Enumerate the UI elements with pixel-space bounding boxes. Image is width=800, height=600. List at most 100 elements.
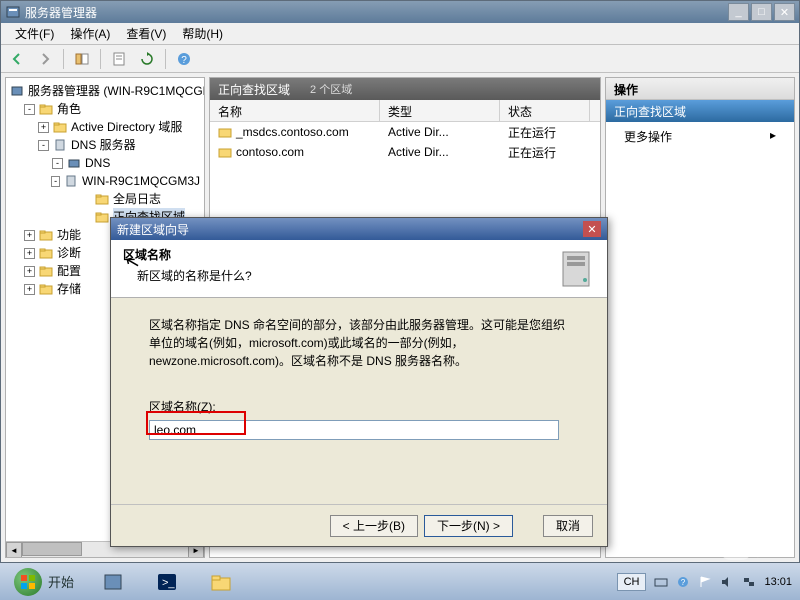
actions-section: 正向查找区域	[606, 100, 794, 122]
chevron-right-icon: ▸	[770, 128, 776, 145]
wizard-buttons: < 上一步(B) 下一步(N) > 取消	[111, 504, 607, 546]
tree-item[interactable]: -DNS 服务器	[10, 136, 200, 154]
show-hide-button[interactable]	[70, 47, 94, 71]
separator	[165, 49, 166, 69]
menu-action[interactable]: 操作(A)	[62, 23, 118, 44]
actions-more-label: 更多操作	[624, 128, 672, 145]
keyboard-icon[interactable]	[654, 575, 668, 589]
clock[interactable]: 13:01	[764, 576, 792, 588]
tree-toggle[interactable]: -	[52, 158, 63, 169]
help-tray-icon[interactable]: ?	[676, 575, 690, 589]
tree-toggle[interactable]: +	[24, 266, 35, 277]
col-name[interactable]: 名称	[210, 100, 380, 121]
menu-help[interactable]: 帮助(H)	[174, 23, 231, 44]
zone-row[interactable]: contoso.comActive Dir...正在运行	[210, 142, 600, 162]
close-button[interactable]: ✕	[774, 3, 795, 21]
menu-view[interactable]: 查看(V)	[118, 23, 174, 44]
actions-header: 操作	[606, 78, 794, 100]
cloud-icon	[721, 542, 751, 560]
language-indicator[interactable]: CH	[617, 573, 647, 591]
tree-toggle[interactable]: -	[51, 176, 60, 187]
wizard-header: 区域名称 新区域的名称是什么?	[111, 240, 607, 298]
folder-icon	[67, 156, 81, 170]
tree-label: WIN-R9C1MQCGM3J	[82, 172, 200, 190]
folder-icon	[39, 264, 53, 278]
wizard-description: 区域名称指定 DNS 命名空间的部分，该部分由此服务器管理。这可能是您组织单位的…	[149, 316, 569, 370]
tree-item[interactable]: - WIN-R9C1MQCGM3J	[10, 172, 200, 190]
zone-row[interactable]: _msdcs.contoso.comActive Dir...正在运行	[210, 122, 600, 142]
system-tray: CH ? 13:01	[617, 573, 796, 591]
sound-icon[interactable]	[720, 575, 734, 589]
watermark: 亿速云	[721, 541, 794, 560]
start-label: 开始	[48, 572, 74, 591]
folder-icon	[64, 174, 78, 188]
zone-icon	[218, 125, 232, 139]
tree-toggle[interactable]: +	[24, 284, 35, 295]
separator	[100, 49, 101, 69]
folder-icon	[39, 102, 53, 116]
task-powershell[interactable]: >_	[142, 566, 192, 597]
folder-icon	[95, 192, 109, 206]
scroll-thumb[interactable]	[22, 542, 82, 556]
window-title: 服务器管理器	[25, 4, 728, 21]
next-button[interactable]: 下一步(N) >	[424, 515, 513, 537]
window-controls: _ □ ✕	[728, 3, 795, 21]
tree-label: 存储	[57, 280, 81, 298]
folder-icon	[53, 138, 67, 152]
forward-button[interactable]	[33, 47, 57, 71]
tree-item[interactable]: +Active Directory 域服	[10, 118, 200, 136]
new-zone-wizard: 新建区域向导 ✕ 区域名称 新区域的名称是什么? 区域名称指定 DNS 命名空间…	[110, 217, 608, 547]
center-header: 正向查找区域 2 个区域	[210, 78, 600, 100]
tree-label: 配置	[57, 262, 81, 280]
task-server-manager[interactable]	[88, 566, 138, 597]
center-header-title: 正向查找区域	[218, 81, 290, 98]
actions-panel: 操作 正向查找区域 更多操作 ▸	[605, 77, 795, 558]
svg-text:?: ?	[181, 55, 187, 66]
col-type[interactable]: 类型	[380, 100, 500, 121]
tree-label: 功能	[57, 226, 81, 244]
tree-item[interactable]: - DNS	[10, 154, 200, 172]
tree-toggle[interactable]: -	[38, 140, 49, 151]
zone-name-label: 区域名称(Z):	[149, 398, 569, 416]
tree-label: 角色	[57, 100, 81, 118]
menubar: 文件(F) 操作(A) 查看(V) 帮助(H)	[1, 23, 799, 45]
wizard-close-button[interactable]: ✕	[583, 221, 601, 237]
action-flag-icon[interactable]	[698, 575, 712, 589]
menu-file[interactable]: 文件(F)	[7, 23, 62, 44]
tree-toggle[interactable]: +	[24, 248, 35, 259]
zone-name-input[interactable]	[149, 420, 559, 440]
list-body[interactable]: _msdcs.contoso.comActive Dir...正在运行conto…	[210, 122, 600, 162]
wizard-header-subtitle: 新区域的名称是什么?	[137, 267, 252, 284]
taskbar: 开始 >_ CH ? 13:01	[0, 563, 800, 600]
tree-toggle[interactable]: +	[24, 230, 35, 241]
titlebar[interactable]: 服务器管理器 _ □ ✕	[1, 1, 799, 23]
wizard-titlebar[interactable]: 新建区域向导 ✕	[111, 218, 607, 240]
actions-more[interactable]: 更多操作 ▸	[606, 122, 794, 151]
tree-toggle[interactable]: -	[24, 104, 35, 115]
separator	[63, 49, 64, 69]
help-button[interactable]: ?	[172, 47, 196, 71]
tree-root-label: 服务器管理器 (WIN-R9C1MQCGM	[28, 82, 205, 100]
scroll-left-button[interactable]: ◄	[6, 542, 22, 558]
back-button[interactable]	[5, 47, 29, 71]
back-button[interactable]: < 上一步(B)	[330, 515, 418, 537]
task-explorer[interactable]	[196, 566, 246, 597]
svg-text:?: ?	[681, 578, 686, 587]
network-icon[interactable]	[742, 575, 756, 589]
tree-item[interactable]: - 角色	[10, 100, 200, 118]
cancel-button[interactable]: 取消	[543, 515, 593, 537]
maximize-button[interactable]: □	[751, 3, 772, 21]
tree-toggle[interactable]: +	[38, 122, 49, 133]
windows-orb-icon	[14, 568, 42, 596]
minimize-button[interactable]: _	[728, 3, 749, 21]
watermark-text: 亿速云	[755, 541, 794, 560]
properties-button[interactable]	[107, 47, 131, 71]
tree-label: DNS	[85, 154, 110, 172]
tree-item[interactable]: 全局日志	[10, 190, 200, 208]
tree-root[interactable]: 服务器管理器 (WIN-R9C1MQCGM	[10, 82, 200, 100]
start-button[interactable]: 开始	[4, 566, 84, 597]
refresh-button[interactable]	[135, 47, 159, 71]
col-status[interactable]: 状态	[500, 100, 590, 121]
center-header-count: 2 个区域	[310, 81, 352, 97]
list-header: 名称 类型 状态	[210, 100, 600, 122]
